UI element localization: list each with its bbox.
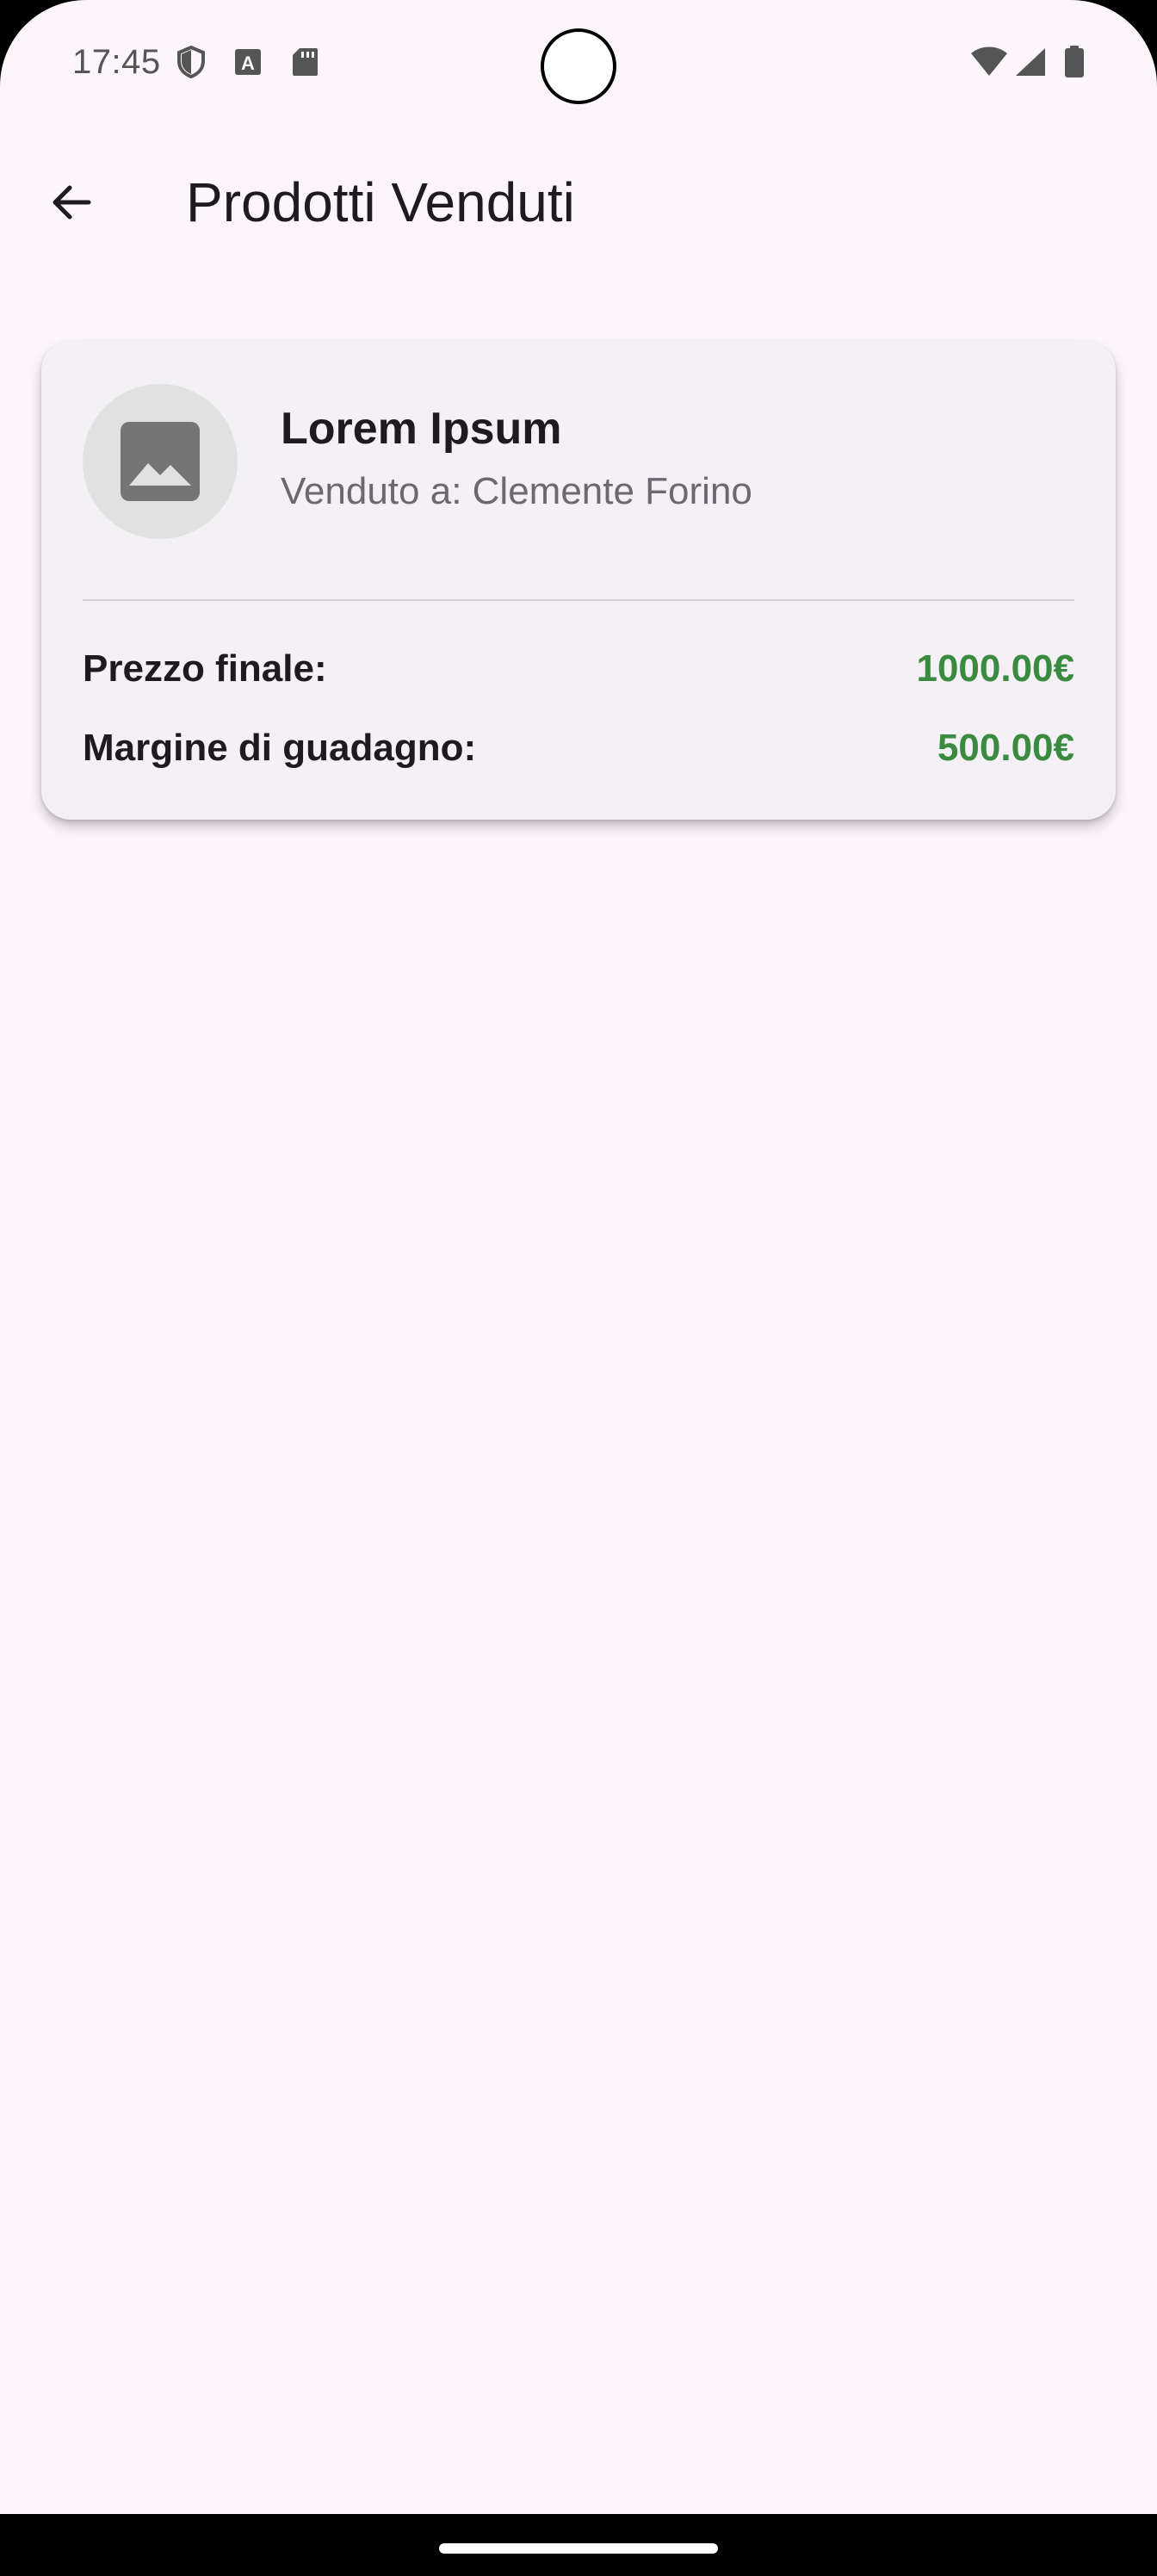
product-name: Lorem Ipsum [281, 404, 562, 454]
battery-icon [1062, 45, 1086, 79]
device-frame: 17:45 A Prodotti Venduti Lorem Ipsum Ven… [0, 0, 1157, 2576]
sold-product-card[interactable]: Lorem Ipsum Venduto a: Clemente Forino P… [41, 341, 1116, 820]
arrow-back-icon [53, 185, 91, 220]
app-screen: 17:45 A Prodotti Venduti Lorem Ipsum Ven… [0, 0, 1157, 2514]
buyer-text: Venduto a: Clemente Forino [281, 470, 752, 512]
navigation-bar [0, 2514, 1157, 2576]
wifi-icon [969, 45, 1009, 79]
home-gesture-handle[interactable] [439, 2543, 718, 2554]
signal-icon [1012, 45, 1049, 79]
sd-card-icon [289, 45, 320, 79]
divider [83, 599, 1074, 601]
status-bar: 17:45 A [0, 0, 1157, 129]
product-thumbnail [83, 384, 238, 539]
status-time: 17:45 [72, 43, 161, 81]
page-title: Prodotti Venduti [186, 171, 575, 233]
app-bar: Prodotti Venduti [0, 146, 1157, 258]
camera-cutout [541, 28, 616, 104]
final-price-label: Prezzo finale: [83, 647, 327, 690]
text-a-icon: A [232, 45, 263, 79]
back-button[interactable] [34, 165, 108, 239]
final-price-value: 1000.00€ [916, 647, 1074, 690]
image-placeholder-icon [121, 422, 200, 501]
margin-value: 500.00€ [937, 727, 1074, 769]
svg-text:A: A [241, 53, 255, 74]
margin-label: Margine di guadagno: [83, 727, 477, 769]
shield-icon [176, 45, 207, 79]
